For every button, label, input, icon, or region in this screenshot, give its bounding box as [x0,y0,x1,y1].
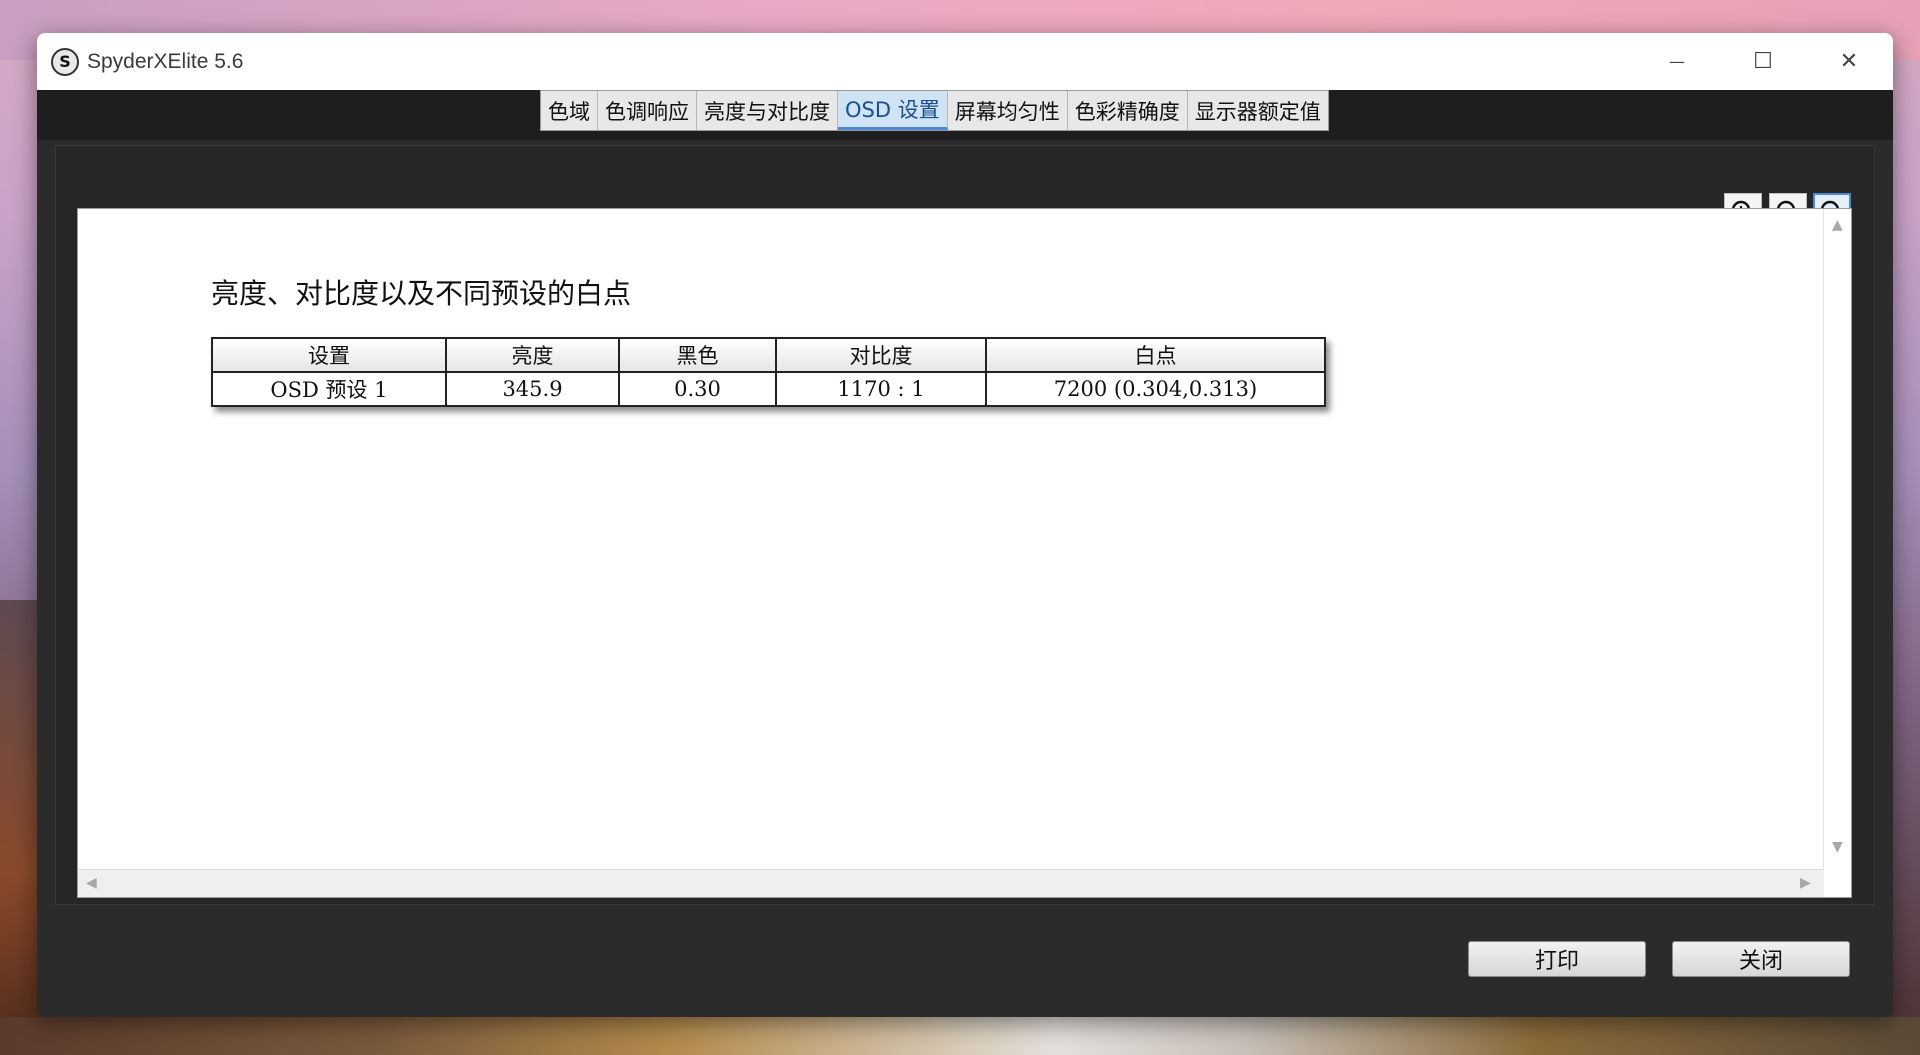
scroll-left-icon[interactable]: ◀ [86,875,97,891]
column-header-brightness: 亮度 [445,337,620,373]
cell-setting: OSD 预设 1 [211,371,447,407]
report-viewer: 亮度、对比度以及不同预设的白点 设置 亮度 黑色 对比度 白点 OSD 预设 1… [77,208,1852,898]
column-header-black: 黑色 [618,337,777,373]
scroll-down-icon[interactable]: ▼ [1832,839,1843,855]
app-logo-icon: S [51,47,79,76]
table-header-row: 设置 亮度 黑色 对比度 白点 [211,337,1326,373]
column-header-white-point: 白点 [985,337,1326,373]
table-row: OSD 预设 1 345.9 0.30 1170 : 1 7200 (0.304… [211,371,1326,407]
close-icon: ✕ [1839,49,1859,74]
title-bar: S SpyderXElite 5.6 — ☐ ✕ [37,33,1893,90]
cell-contrast: 1170 : 1 [775,371,987,407]
scroll-up-icon[interactable]: ▲ [1832,217,1843,233]
print-button[interactable]: 打印 [1468,941,1646,977]
osd-settings-table: 设置 亮度 黑色 对比度 白点 OSD 预设 1 345.9 0.30 1170… [211,337,1326,407]
cell-black: 0.30 [618,371,777,407]
cell-brightness: 345.9 [445,371,620,407]
report-title: 亮度、对比度以及不同预设的白点 [211,277,632,310]
cell-white-point: 7200 (0.304,0.313) [985,371,1326,407]
desktop-wallpaper-bottom [0,1017,1920,1055]
tab-brightness-contrast[interactable]: 亮度与对比度 [697,91,838,130]
tab-osd-settings[interactable]: OSD 设置 [838,91,948,130]
column-header-contrast: 对比度 [775,337,987,373]
tab-screen-uniformity[interactable]: 屏幕均匀性 [948,91,1068,130]
tab-display-rating[interactable]: 显示器额定值 [1188,91,1328,130]
maximize-icon: ☐ [1753,49,1773,74]
close-window-button[interactable]: ✕ [1806,33,1892,90]
close-button[interactable]: 关闭 [1672,941,1850,977]
scroll-right-icon[interactable]: ▶ [1800,875,1811,891]
report-tabs: 色域 色调响应 亮度与对比度 OSD 设置 屏幕均匀性 色彩精确度 显示器额定值 [540,90,1329,131]
tab-tone-response[interactable]: 色调响应 [598,91,697,130]
minimize-icon: — [1669,52,1685,71]
column-header-setting: 设置 [211,337,447,373]
minimize-button[interactable]: — [1634,33,1720,90]
vertical-scrollbar[interactable]: ▲ ▼ [1823,209,1851,869]
window-title: SpyderXElite 5.6 [87,49,244,73]
tab-color-gamut[interactable]: 色域 [541,91,598,130]
horizontal-scrollbar[interactable]: ◀ ▶ [78,869,1824,897]
app-window: S SpyderXElite 5.6 — ☐ ✕ 色域 色调响应 亮度与对比度 … [37,33,1893,1017]
maximize-button[interactable]: ☐ [1720,33,1806,90]
desktop-wallpaper-left [0,600,40,1055]
tab-color-accuracy[interactable]: 色彩精确度 [1068,91,1188,130]
